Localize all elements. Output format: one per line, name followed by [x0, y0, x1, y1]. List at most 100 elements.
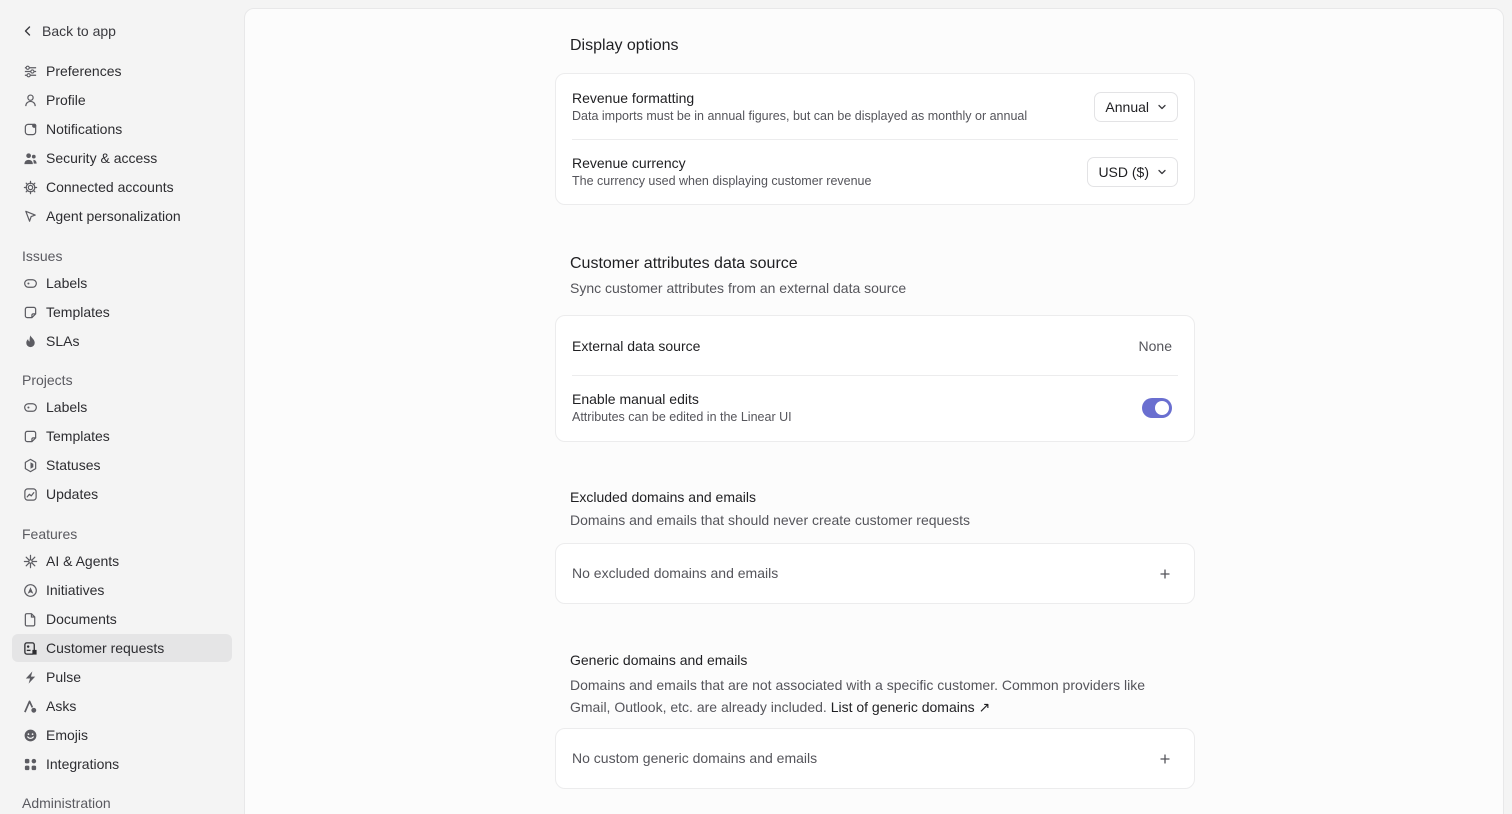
display-options-heading: Display options: [570, 37, 679, 54]
sidebar-item-connected-accounts[interactable]: Connected accounts: [12, 173, 232, 201]
sidebar-item-slas[interactable]: SLAs: [12, 327, 232, 355]
sliders-icon: [22, 63, 38, 79]
sidebar-item-label: Agent personalization: [46, 208, 181, 224]
grid-icon: [22, 756, 38, 772]
back-to-app-link[interactable]: Back to app: [22, 20, 116, 42]
sidebar-item-label: Initiatives: [46, 582, 105, 598]
excluded-domains-empty: No excluded domains and emails: [572, 565, 779, 581]
sidebar-item-integrations[interactable]: Integrations: [12, 750, 232, 778]
sidebar-item-emojis[interactable]: Emojis: [12, 721, 232, 749]
sidebar-item-label: SLAs: [46, 333, 80, 349]
revenue-currency-title: Revenue currency: [572, 155, 686, 171]
sidebar-item-issue-labels[interactable]: Labels: [12, 269, 232, 297]
sidebar-item-statuses[interactable]: Statuses: [12, 451, 232, 479]
settings-sidebar: Back to app Preferences Profile Notifica…: [0, 0, 244, 814]
sidebar-item-documents[interactable]: Documents: [12, 605, 232, 633]
sidebar-item-updates[interactable]: Updates: [12, 480, 232, 508]
initiative-icon: [22, 582, 38, 598]
add-excluded-domain-plus-icon[interactable]: [1158, 567, 1172, 581]
generic-domains-empty: No custom generic domains and emails: [572, 750, 818, 766]
sidebar-item-customer-requests[interactable]: Customer requests: [12, 634, 232, 662]
notification-icon: [22, 121, 38, 137]
generic-domains-list-link[interactable]: List of generic domains ↗: [831, 699, 991, 715]
sidebar-item-label: Documents: [46, 611, 117, 627]
toggle-knob: [1155, 401, 1169, 415]
sidebar-item-initiatives[interactable]: Initiatives: [12, 576, 232, 604]
attributes-source-description: Sync customer attributes from an externa…: [570, 280, 907, 296]
revenue-formatting-value: Annual: [1105, 99, 1149, 115]
sidebar-item-label: Pulse: [46, 669, 82, 685]
sidebar-item-label: Preferences: [46, 63, 122, 79]
divider: [572, 375, 1178, 376]
chevron-left-icon: [24, 26, 31, 36]
revenue-currency-select[interactable]: USD ($): [1087, 157, 1178, 187]
add-generic-domain-plus-icon[interactable]: [1158, 752, 1172, 766]
sidebar-item-label: Profile: [46, 92, 86, 108]
sidebar-item-pulse[interactable]: Pulse: [12, 663, 232, 691]
template-icon: [22, 304, 38, 320]
person-icon: [22, 92, 38, 108]
sidebar-item-preferences[interactable]: Preferences: [12, 57, 232, 85]
revenue-formatting-title: Revenue formatting: [572, 90, 695, 106]
sidebar-item-label: Emojis: [46, 727, 89, 743]
section-label-administration: Administration: [22, 795, 111, 811]
section-label-issues: Issues: [22, 248, 63, 264]
generic-domains-description-block: Domains and emails that are not associat…: [570, 674, 1170, 718]
gear-icon: [22, 179, 38, 195]
sidebar-item-label: Notifications: [46, 121, 123, 137]
revenue-currency-description: The currency used when displaying custom…: [572, 174, 872, 188]
chevron-down-icon: [1158, 104, 1166, 110]
manual-edits-description: Attributes can be edited in the Linear U…: [572, 410, 792, 424]
sidebar-item-label: Templates: [46, 304, 110, 320]
template-icon: [22, 428, 38, 444]
tag-icon: [22, 399, 38, 415]
sparkle-icon: [22, 553, 38, 569]
display-options-card: Revenue formatting Data imports must be …: [555, 73, 1195, 205]
people-icon: [22, 150, 38, 166]
sidebar-item-label: Customer requests: [46, 640, 165, 656]
sidebar-item-label: Integrations: [46, 756, 120, 772]
sidebar-item-label: AI & Agents: [46, 553, 120, 569]
generic-domains-card: No custom generic domains and emails: [555, 728, 1195, 789]
sidebar-item-ai-agents[interactable]: AI & Agents: [12, 547, 232, 575]
attributes-source-card: External data source None Enable manual …: [555, 315, 1195, 442]
excluded-domains-card: No excluded domains and emails: [555, 543, 1195, 604]
sidebar-item-project-templates[interactable]: Templates: [12, 422, 232, 450]
sidebar-item-asks[interactable]: Asks: [12, 692, 232, 720]
manual-edits-title: Enable manual edits: [572, 391, 699, 407]
sidebar-item-agent-personalization[interactable]: Agent personalization: [12, 202, 232, 230]
sidebar-item-profile[interactable]: Profile: [12, 86, 232, 114]
excluded-domains-description: Domains and emails that should never cre…: [570, 512, 970, 528]
revenue-currency-value: USD ($): [1098, 164, 1149, 180]
sidebar-item-label: Statuses: [46, 457, 101, 473]
asks-icon: [22, 698, 38, 714]
hexagon-icon: [22, 457, 38, 473]
pointer-icon: [22, 208, 38, 224]
section-label-projects: Projects: [22, 372, 73, 388]
divider: [572, 139, 1178, 140]
sidebar-item-label: Labels: [46, 275, 88, 291]
sidebar-item-label: Asks: [46, 698, 77, 714]
sidebar-item-label: Templates: [46, 428, 110, 444]
sidebar-item-label: Labels: [46, 399, 88, 415]
manual-edits-toggle[interactable]: [1142, 398, 1172, 418]
flame-icon: [22, 333, 38, 349]
attributes-source-heading: Customer attributes data source: [570, 255, 798, 272]
revenue-formatting-select[interactable]: Annual: [1094, 92, 1178, 122]
back-label: Back to app: [42, 23, 116, 39]
settings-content-panel: Display options Revenue formatting Data …: [244, 8, 1504, 814]
section-label-features: Features: [22, 526, 78, 542]
sidebar-item-project-labels[interactable]: Labels: [12, 393, 232, 421]
chart-icon: [22, 486, 38, 502]
external-source-title: External data source: [572, 338, 701, 354]
sidebar-item-security[interactable]: Security & access: [12, 144, 232, 172]
sidebar-item-notifications[interactable]: Notifications: [12, 115, 232, 143]
sidebar-item-label: Updates: [46, 486, 99, 502]
sidebar-item-issue-templates[interactable]: Templates: [12, 298, 232, 326]
sidebar-item-label: Connected accounts: [46, 179, 174, 195]
external-source-value[interactable]: None: [1139, 338, 1172, 354]
excluded-domains-heading: Excluded domains and emails: [570, 489, 756, 505]
tag-icon: [22, 275, 38, 291]
document-icon: [22, 611, 38, 627]
revenue-formatting-description: Data imports must be in annual figures, …: [572, 109, 1028, 123]
